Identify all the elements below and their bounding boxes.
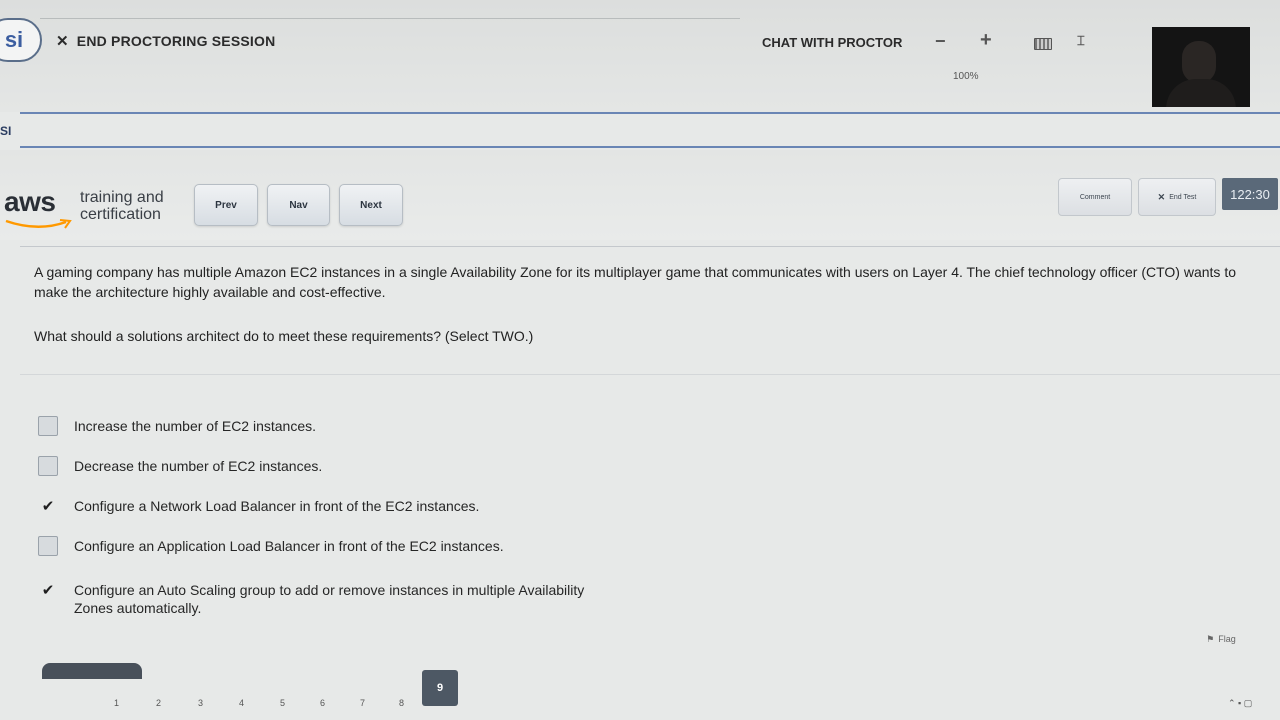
zoom-in-button[interactable]: + <box>980 29 992 52</box>
tagline-line2: certification <box>80 206 161 223</box>
divider <box>20 246 1280 247</box>
nav-button[interactable]: Nav <box>267 184 330 226</box>
page-number[interactable]: 2 <box>156 698 161 708</box>
exam-header: aws training and certification Prev Nav … <box>0 150 1280 240</box>
tagline-line1: training and <box>80 189 164 206</box>
checkbox[interactable] <box>38 456 58 476</box>
aws-tagline: training and certification <box>80 189 164 223</box>
current-page[interactable]: 9 <box>422 670 458 706</box>
system-tray-icons: ⌃ ▪ ▢ <box>1228 698 1253 708</box>
page-number[interactable]: 4 <box>239 698 244 708</box>
page-number[interactable]: 3 <box>198 698 203 708</box>
divider <box>20 112 1280 114</box>
end-test-label: End Test <box>1169 193 1197 201</box>
page-number[interactable]: 6 <box>320 698 325 708</box>
flag-button[interactable]: ⚑ Flag <box>1186 622 1256 656</box>
page-number[interactable]: 1 <box>114 698 119 708</box>
answer-option[interactable]: ✔ Configure an Auto Scaling group to add… <box>38 580 594 617</box>
aws-logo: aws <box>4 186 76 229</box>
question-text: A gaming company has multiple Amazon EC2… <box>34 264 1236 300</box>
checkmark-icon[interactable]: ✔ <box>38 580 58 600</box>
answer-option[interactable]: Decrease the number of EC2 instances. <box>38 456 322 476</box>
chat-with-proctor-button[interactable]: CHAT WITH PROCTOR <box>762 35 902 50</box>
divider <box>20 146 1280 148</box>
option-label: Configure an Auto Scaling group to add o… <box>74 582 585 616</box>
answer-option[interactable]: Increase the number of EC2 instances. <box>38 416 316 436</box>
prev-button[interactable]: Prev <box>194 184 258 226</box>
zoom-out-button[interactable]: − <box>935 31 946 52</box>
webcam-feed <box>1152 27 1250 107</box>
answer-option[interactable]: ✔ Configure a Network Load Balancer in f… <box>38 496 480 516</box>
psi-logo: si <box>0 18 42 62</box>
option-label: Configure an Application Load Balancer i… <box>74 538 504 554</box>
flag-label: Flag <box>1218 634 1236 644</box>
page-number[interactable]: 5 <box>280 698 285 708</box>
checkbox[interactable] <box>38 536 58 556</box>
logo-text: si <box>4 27 24 52</box>
flag-icon: ⚑ <box>1206 633 1215 644</box>
aws-wordmark: aws <box>4 186 56 217</box>
next-button[interactable]: Next <box>339 184 403 226</box>
divider <box>40 18 740 19</box>
option-label: Configure a Network Load Balancer in fro… <box>74 498 480 514</box>
option-label: Decrease the number of EC2 instances. <box>74 458 323 474</box>
aws-smile-icon <box>5 219 72 229</box>
end-test-button[interactable]: ✕ End Test <box>1138 178 1216 216</box>
page-number[interactable]: 8 <box>399 698 404 708</box>
webcam-person-head <box>1182 41 1216 83</box>
proctor-toolbar: si ✕ END PROCTORING SESSION CHAT WITH PR… <box>0 0 1280 112</box>
zoom-level: 100% <box>953 71 979 82</box>
end-proctoring-session-button[interactable]: ✕ END PROCTORING SESSION <box>56 32 275 50</box>
countdown-timer: 122:30 <box>1222 178 1278 210</box>
keyboard-icon[interactable] <box>1034 38 1052 50</box>
end-session-label: END PROCTORING SESSION <box>76 33 276 49</box>
webcam-person-body <box>1166 79 1236 107</box>
close-icon: ✕ <box>56 33 69 50</box>
divider <box>20 374 1280 375</box>
checkbox[interactable] <box>38 416 58 436</box>
subbar-label: SI <box>0 124 12 138</box>
page-number[interactable]: 7 <box>360 698 365 708</box>
option-label: Increase the number of EC2 instances. <box>74 418 317 434</box>
close-icon: ✕ <box>1157 191 1166 202</box>
calculator-icon[interactable]: ⌶ <box>1077 33 1085 49</box>
question-prompt: What should a solutions architect do to … <box>34 328 534 344</box>
comment-button[interactable]: Comment <box>1058 178 1132 216</box>
answer-option[interactable]: Configure an Application Load Balancer i… <box>38 536 504 556</box>
progress-tab[interactable] <box>42 663 142 679</box>
checkmark-icon[interactable]: ✔ <box>38 496 58 516</box>
